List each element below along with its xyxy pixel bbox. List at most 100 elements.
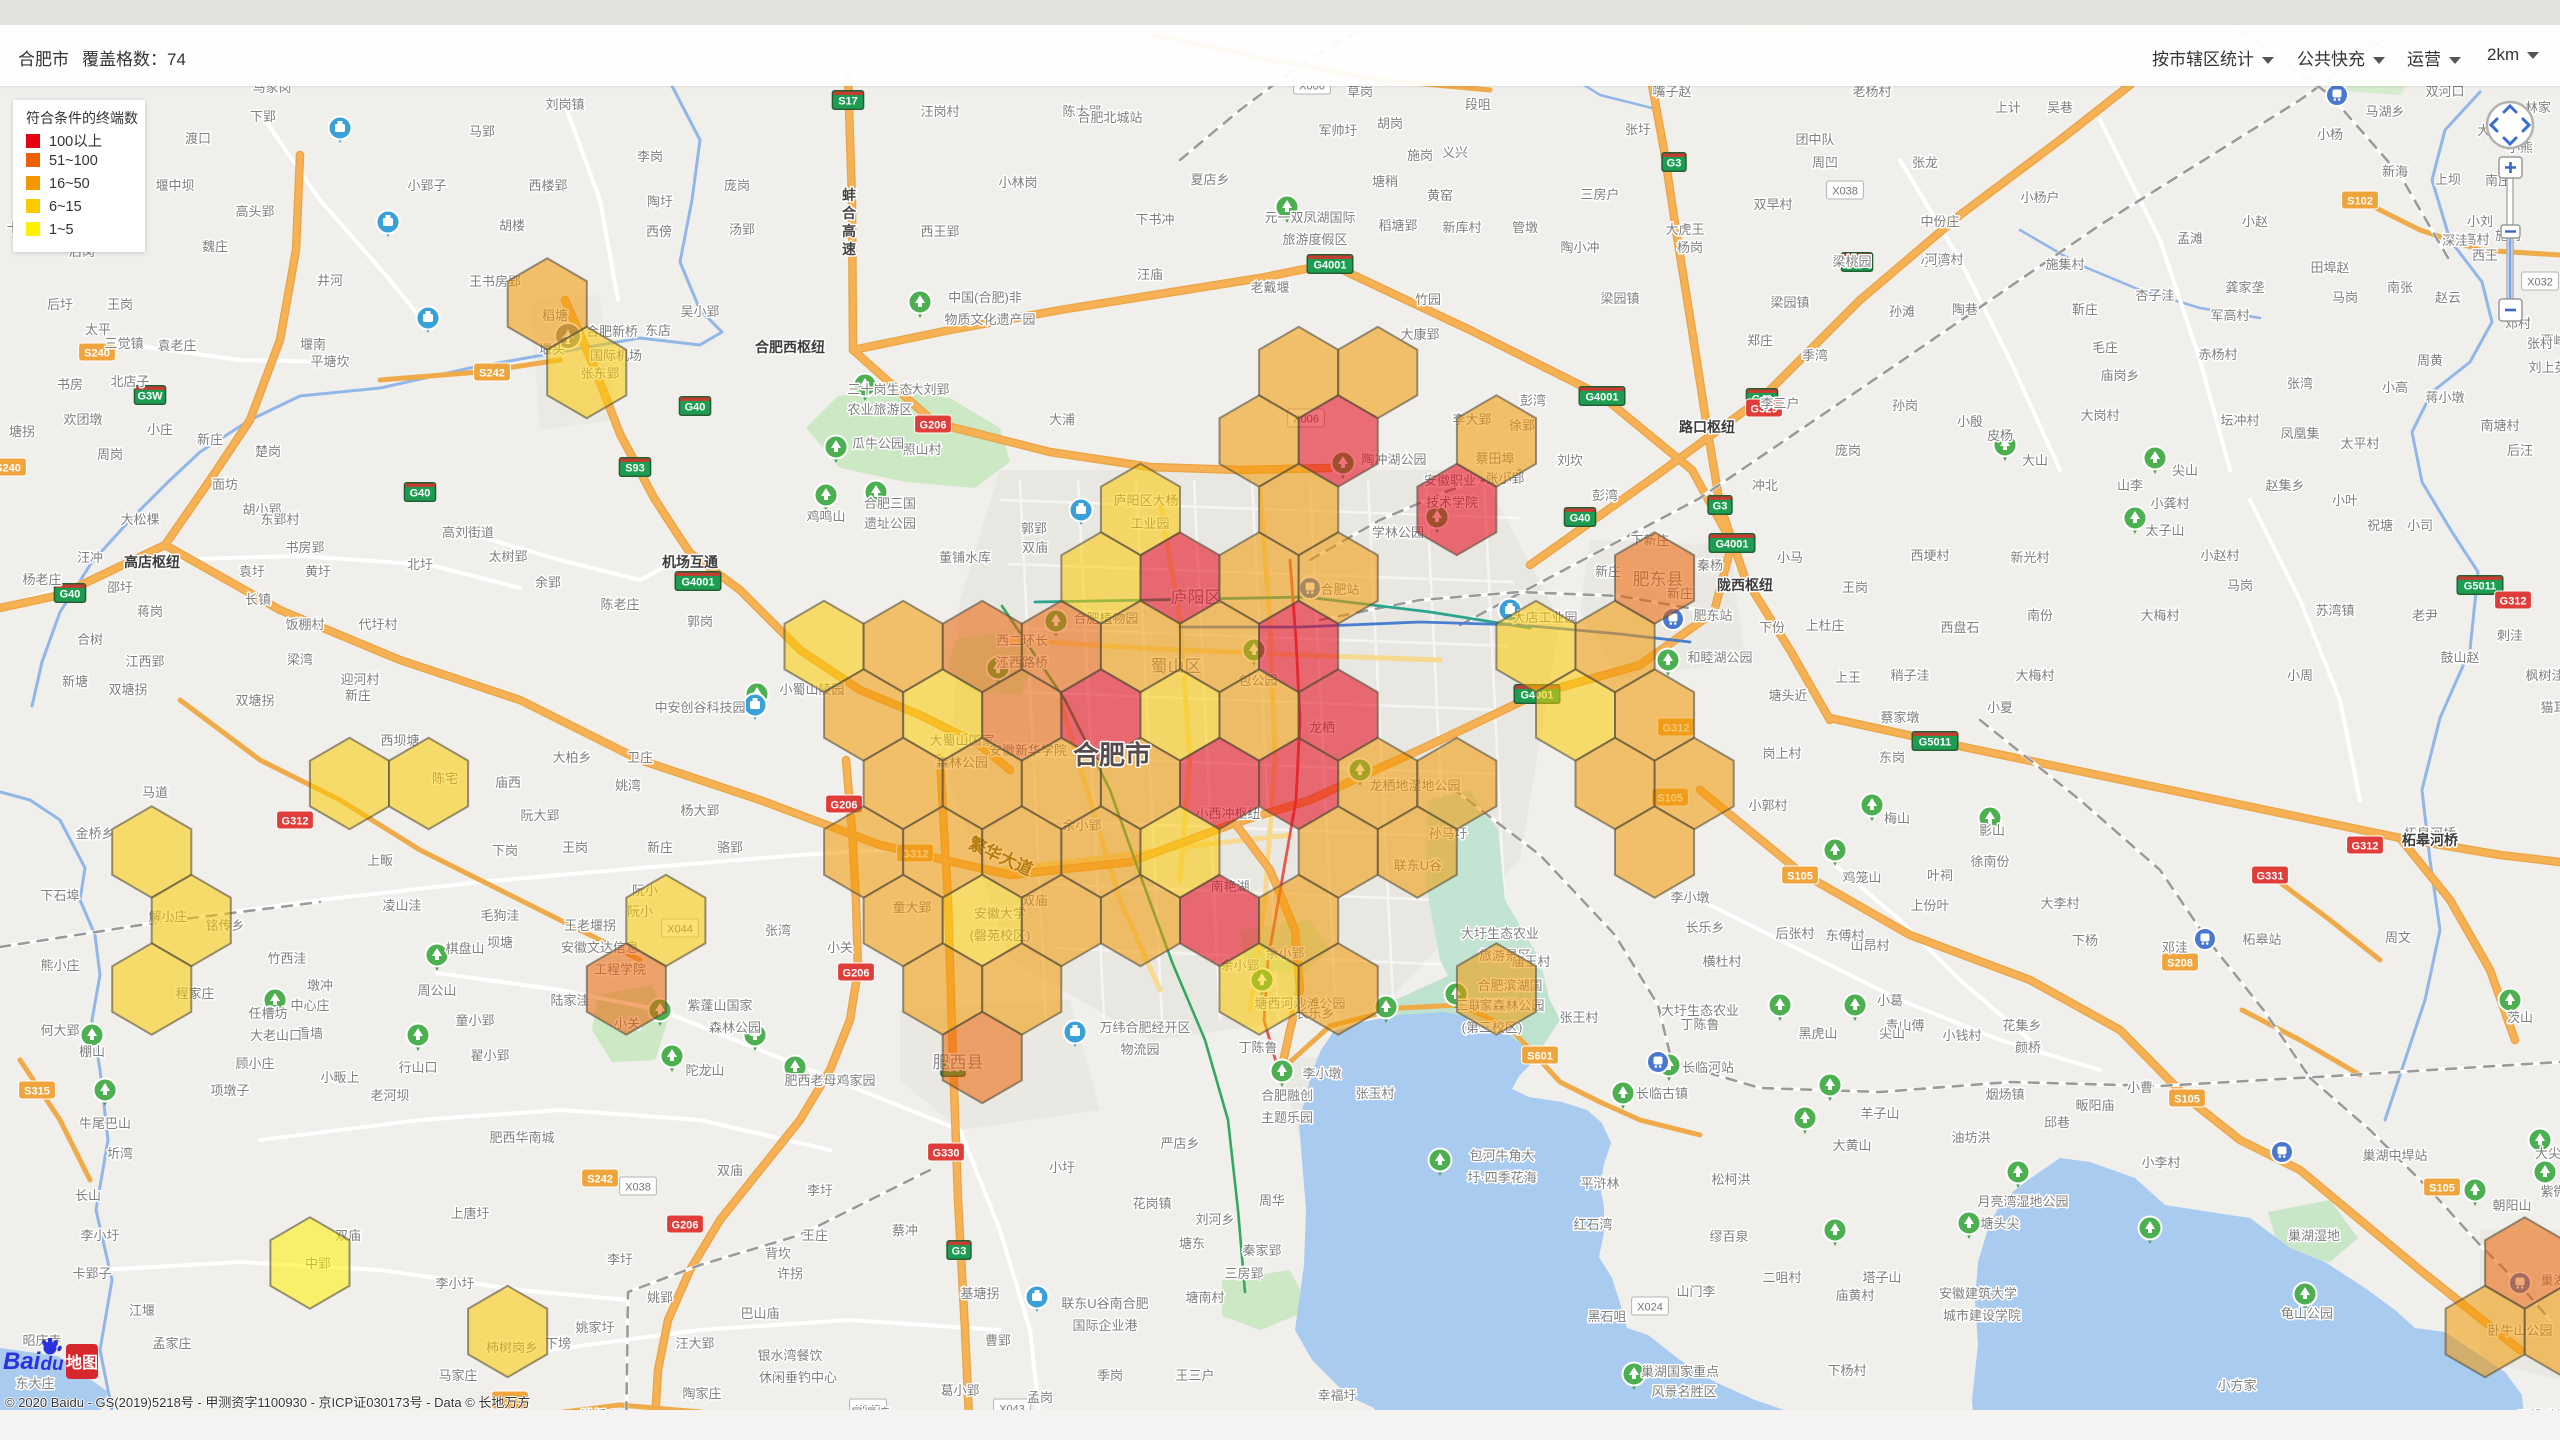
svg-text:井河: 井河 <box>317 273 343 288</box>
svg-text:圻湾: 圻湾 <box>107 1146 133 1161</box>
svg-text:赵云: 赵云 <box>2435 290 2461 305</box>
svg-text:长临古镇: 长临古镇 <box>1636 1086 1688 1101</box>
svg-text:骆郢: 骆郢 <box>717 840 743 855</box>
svg-text:枫树洼: 枫树洼 <box>2525 668 2560 683</box>
svg-text:羊子山: 羊子山 <box>1860 1106 1899 1121</box>
svg-text:合肥融创: 合肥融创 <box>1261 1088 1313 1103</box>
svg-text:堰中坝: 堰中坝 <box>155 178 194 193</box>
svg-text:上杜庄: 上杜庄 <box>1805 618 1844 633</box>
svg-text:丁陈鲁: 丁陈鲁 <box>1680 1017 1719 1032</box>
svg-text:松柯洪: 松柯洪 <box>1711 1172 1750 1187</box>
svg-text:余郢: 余郢 <box>535 575 561 590</box>
svg-text:机场互通: 机场互通 <box>662 554 718 570</box>
svg-text:陀龙山: 陀龙山 <box>685 1063 724 1078</box>
svg-text:巴山庙: 巴山庙 <box>740 1306 779 1321</box>
svg-text:瓜牛公园: 瓜牛公园 <box>852 436 904 451</box>
svg-text:张湾: 张湾 <box>765 923 791 938</box>
svg-text:S242: S242 <box>587 1174 613 1186</box>
svg-text:尖山: 尖山 <box>2172 463 2198 478</box>
svg-text:张湾: 张湾 <box>2287 376 2313 391</box>
svg-text:坛冲村: 坛冲村 <box>2220 413 2259 428</box>
svg-text:G4001: G4001 <box>1585 392 1618 404</box>
svg-text:老戴堰: 老戴堰 <box>1250 280 1289 295</box>
svg-text:S242: S242 <box>479 368 505 380</box>
svg-text:义兴: 义兴 <box>1442 145 1468 160</box>
svg-text:王庄: 王庄 <box>802 1228 828 1243</box>
svg-text:吴小郢: 吴小郢 <box>680 304 719 319</box>
svg-text:上计: 上计 <box>1995 100 2021 115</box>
svg-text:平塘坎: 平塘坎 <box>310 354 349 369</box>
svg-text:小郭村: 小郭村 <box>1748 798 1787 813</box>
svg-text:S208: S208 <box>2167 958 2193 970</box>
svg-text:G3: G3 <box>1667 158 1682 170</box>
svg-text:李岗: 李岗 <box>637 149 663 164</box>
svg-text:许拐: 许拐 <box>777 1266 803 1281</box>
svg-text:塔子山: 塔子山 <box>1862 1270 1901 1285</box>
svg-text:肥西华南城: 肥西华南城 <box>489 1130 554 1145</box>
svg-text:马岗: 马岗 <box>2227 578 2253 593</box>
svg-text:山李: 山李 <box>2117 478 2143 493</box>
svg-text:上份叶: 上份叶 <box>1910 898 1949 913</box>
svg-text:小叶: 小叶 <box>2332 493 2358 508</box>
svg-text:周岗: 周岗 <box>97 447 123 462</box>
svg-text:欢团墩: 欢团墩 <box>63 412 102 427</box>
svg-text:江堰: 江堰 <box>129 1303 155 1318</box>
svg-text:长山: 长山 <box>75 1188 101 1203</box>
svg-text:丁陈鲁: 丁陈鲁 <box>1238 1040 1277 1055</box>
svg-text:山门李: 山门李 <box>1676 1284 1715 1299</box>
svg-text:王岗: 王岗 <box>562 840 588 855</box>
svg-text:大松棵: 大松棵 <box>120 512 159 527</box>
svg-text:陶圩: 陶圩 <box>647 194 673 209</box>
svg-text:国际企业港: 国际企业港 <box>1072 1318 1137 1333</box>
svg-text:农业旅游区: 农业旅游区 <box>847 402 912 417</box>
svg-text:茨山: 茨山 <box>2507 1010 2533 1025</box>
svg-text:小杨户: 小杨户 <box>2020 190 2059 205</box>
svg-text:军高村: 军高村 <box>2210 308 2249 323</box>
svg-text:金桥乡: 金桥乡 <box>75 826 114 841</box>
svg-text:速: 速 <box>842 241 856 257</box>
svg-text:老尹: 老尹 <box>2412 608 2438 623</box>
svg-text:严店乡: 严店乡 <box>1160 1136 1199 1151</box>
svg-text:三房户: 三房户 <box>1580 187 1619 202</box>
svg-text:李小墩: 李小墩 <box>1302 1066 1341 1081</box>
svg-text:大刘郢: 大刘郢 <box>910 382 949 397</box>
svg-text:下岗: 下岗 <box>492 843 518 858</box>
svg-text:龟山公园: 龟山公园 <box>2281 1306 2333 1321</box>
svg-text:大老山口: 大老山口 <box>250 1028 302 1043</box>
svg-text:老杨村: 老杨村 <box>1852 84 1891 99</box>
svg-text:塘南村: 塘南村 <box>1185 1290 1224 1305</box>
svg-text:梁湾: 梁湾 <box>287 652 313 667</box>
svg-text:杏子洼: 杏子洼 <box>2135 288 2174 303</box>
svg-text:小方家: 小方家 <box>2217 1378 2256 1393</box>
svg-text:陇西枢纽: 陇西枢纽 <box>1717 577 1773 593</box>
svg-text:西傍: 西傍 <box>646 224 672 239</box>
svg-text:包河牛角大: 包河牛角大 <box>1469 1148 1534 1163</box>
svg-text:太树郢: 太树郢 <box>488 549 527 564</box>
svg-text:汤郢: 汤郢 <box>729 222 755 237</box>
svg-text:西楼郢: 西楼郢 <box>528 178 567 193</box>
svg-text:任槽坊: 任槽坊 <box>248 1006 287 1021</box>
svg-text:小殷: 小殷 <box>1957 414 1983 429</box>
svg-text:孙岗: 孙岗 <box>1892 398 1918 413</box>
svg-text:后汪: 后汪 <box>2507 443 2533 458</box>
svg-text:S601: S601 <box>1527 1051 1553 1063</box>
svg-text:小郢子: 小郢子 <box>407 178 446 193</box>
svg-text:北圩: 北圩 <box>407 557 433 572</box>
svg-text:塘东: 塘东 <box>1179 1236 1205 1251</box>
svg-text:夏店乡: 夏店乡 <box>1190 172 1229 187</box>
svg-text:X038: X038 <box>625 1182 651 1194</box>
svg-text:小圩: 小圩 <box>1049 1160 1075 1175</box>
svg-text:王三户: 王三户 <box>1175 1368 1214 1383</box>
svg-text:物流园: 物流园 <box>1120 1042 1159 1057</box>
svg-text:黄窑: 黄窑 <box>1427 188 1453 203</box>
svg-text:G312: G312 <box>282 816 309 828</box>
svg-text:S315: S315 <box>24 1086 50 1098</box>
svg-text:S17: S17 <box>838 96 858 108</box>
svg-text:刘坎: 刘坎 <box>1557 453 1583 468</box>
svg-text:新塘: 新塘 <box>62 674 88 689</box>
svg-text:郑庄: 郑庄 <box>1747 333 1773 348</box>
svg-text:小赵村: 小赵村 <box>2200 548 2239 563</box>
svg-text:G3: G3 <box>952 1246 967 1258</box>
svg-text:G206: G206 <box>920 420 947 432</box>
svg-text:迎河村: 迎河村 <box>340 672 379 687</box>
